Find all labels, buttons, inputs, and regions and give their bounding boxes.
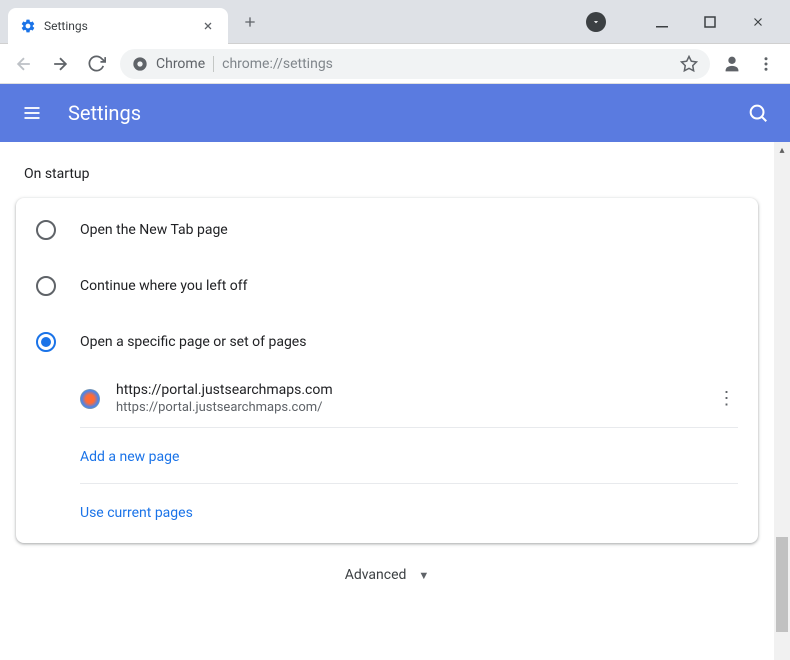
radio-option-continue[interactable]: Continue where you left off	[16, 258, 758, 314]
browser-tab[interactable]: Settings	[8, 8, 228, 44]
window-titlebar: Settings	[0, 0, 790, 44]
more-actions-button[interactable]: ⋮	[714, 388, 738, 409]
search-icon[interactable]	[746, 101, 770, 125]
startup-card: Open the New Tab page Continue where you…	[16, 198, 758, 543]
section-heading: On startup	[24, 166, 758, 182]
settings-header: Settings	[0, 84, 790, 142]
url-text: chrome://settings	[222, 56, 672, 72]
startup-page-url: https://portal.justsearchmaps.com/	[116, 400, 698, 415]
radio-icon	[36, 332, 56, 352]
scrollbar-up-arrow[interactable]: ▴	[774, 142, 790, 158]
back-button[interactable]	[8, 48, 40, 80]
advanced-toggle[interactable]: Advanced ▼	[16, 543, 758, 601]
address-bar[interactable]: Chrome chrome://settings	[120, 49, 710, 79]
startup-page-title: https://portal.justsearchmaps.com	[116, 382, 698, 398]
url-scheme-label: Chrome	[156, 56, 205, 72]
bookmark-star-button[interactable]	[680, 55, 698, 73]
radio-label: Continue where you left off	[80, 278, 248, 294]
add-page-link[interactable]: Add a new page	[80, 449, 179, 465]
radio-label: Open the New Tab page	[80, 222, 228, 238]
chrome-menu-button[interactable]	[750, 48, 782, 80]
radio-icon	[36, 220, 56, 240]
reload-button[interactable]	[80, 48, 112, 80]
radio-option-new-tab[interactable]: Open the New Tab page	[16, 202, 758, 258]
close-tab-button[interactable]	[200, 18, 216, 34]
new-tab-button[interactable]	[236, 8, 264, 36]
radio-icon	[36, 276, 56, 296]
forward-button[interactable]	[44, 48, 76, 80]
advanced-label: Advanced	[345, 567, 407, 583]
chrome-icon	[132, 56, 148, 72]
browser-toolbar: Chrome chrome://settings	[0, 44, 790, 84]
chevron-down-icon: ▼	[418, 569, 429, 582]
profile-button[interactable]	[718, 50, 746, 78]
radio-option-specific-pages[interactable]: Open a specific page or set of pages	[16, 314, 758, 370]
maximize-button[interactable]	[698, 10, 722, 34]
site-favicon	[80, 389, 100, 409]
separator	[213, 56, 214, 72]
add-page-row[interactable]: Add a new page	[80, 428, 738, 484]
close-window-button[interactable]	[746, 10, 770, 34]
startup-page-row: https://portal.justsearchmaps.com https:…	[80, 370, 738, 428]
radio-label: Open a specific page or set of pages	[80, 334, 306, 350]
use-current-link[interactable]: Use current pages	[80, 505, 193, 521]
page-title: Settings	[68, 101, 746, 125]
tab-title: Settings	[44, 19, 192, 33]
scrollbar-thumb[interactable]	[776, 537, 788, 632]
minimize-button[interactable]	[650, 10, 674, 34]
gear-icon	[20, 18, 36, 34]
use-current-row[interactable]: Use current pages	[80, 484, 738, 539]
profile-badge-icon[interactable]	[586, 12, 606, 32]
scrollbar-track[interactable]: ▴	[774, 142, 790, 660]
menu-icon[interactable]	[20, 101, 44, 125]
